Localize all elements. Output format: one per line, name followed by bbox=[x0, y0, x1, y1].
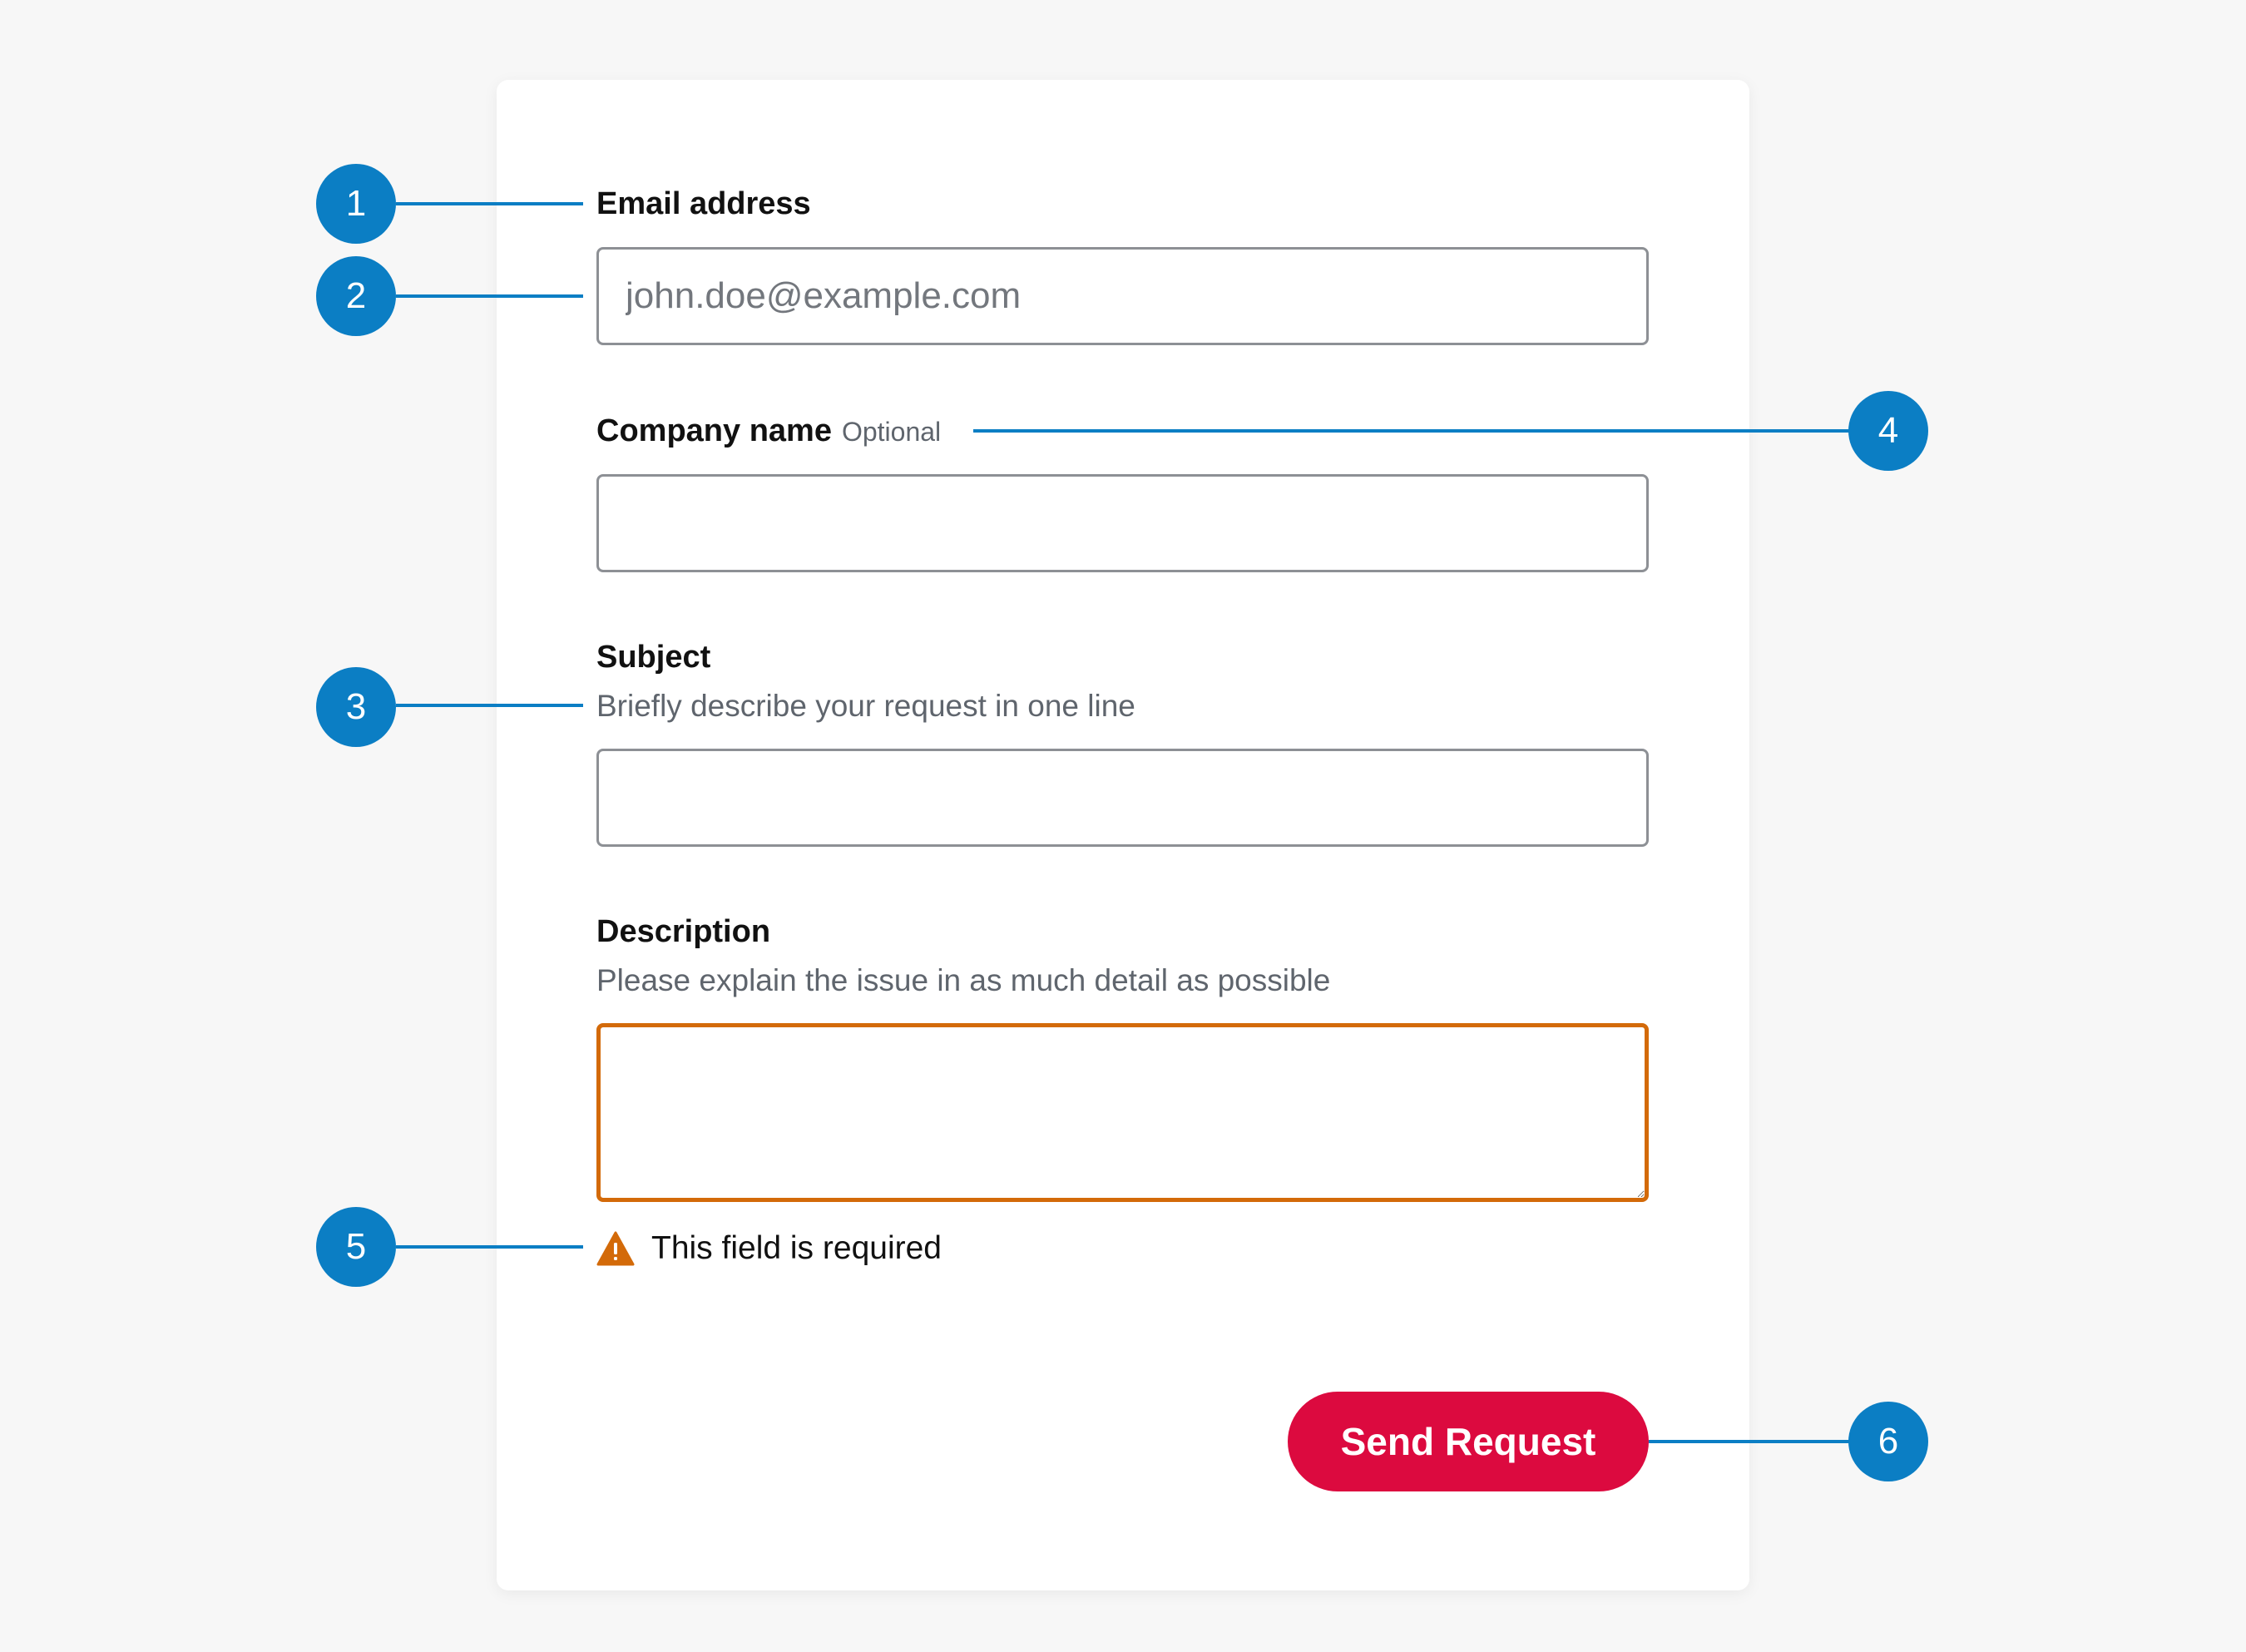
send-request-button[interactable]: Send Request bbox=[1288, 1392, 1649, 1491]
callout-marker-3: 3 bbox=[316, 667, 396, 747]
email-label: Email address bbox=[596, 186, 811, 221]
callout-leader-4 bbox=[973, 429, 1850, 433]
callout-leader-2 bbox=[396, 294, 583, 298]
callout-marker-6: 6 bbox=[1848, 1402, 1928, 1481]
subject-input[interactable] bbox=[596, 749, 1649, 847]
warning-icon bbox=[596, 1231, 635, 1266]
callout-leader-1 bbox=[396, 202, 583, 205]
callout-leader-6 bbox=[1649, 1440, 1850, 1443]
description-label: Description bbox=[596, 914, 771, 949]
description-hint: Please explain the issue in as much deta… bbox=[596, 963, 1331, 997]
subject-label: Subject bbox=[596, 640, 711, 675]
company-label-text: Company name bbox=[596, 413, 832, 448]
callout-leader-3 bbox=[396, 704, 583, 707]
email-input[interactable] bbox=[596, 247, 1649, 345]
subject-hint: Briefly describe your request in one lin… bbox=[596, 689, 1135, 723]
callout-marker-5: 5 bbox=[316, 1207, 396, 1287]
error-text: This field is required bbox=[651, 1230, 942, 1266]
callout-marker-2: 2 bbox=[316, 256, 396, 336]
callout-leader-5 bbox=[396, 1245, 583, 1249]
optional-tag: Optional bbox=[841, 417, 942, 447]
callout-marker-4: 4 bbox=[1848, 391, 1928, 471]
description-textarea[interactable] bbox=[596, 1023, 1649, 1202]
description-error: This field is required bbox=[596, 1225, 942, 1272]
callout-marker-1: 1 bbox=[316, 164, 396, 244]
company-label: Company name Optional bbox=[596, 415, 941, 447]
company-input[interactable] bbox=[596, 474, 1649, 572]
